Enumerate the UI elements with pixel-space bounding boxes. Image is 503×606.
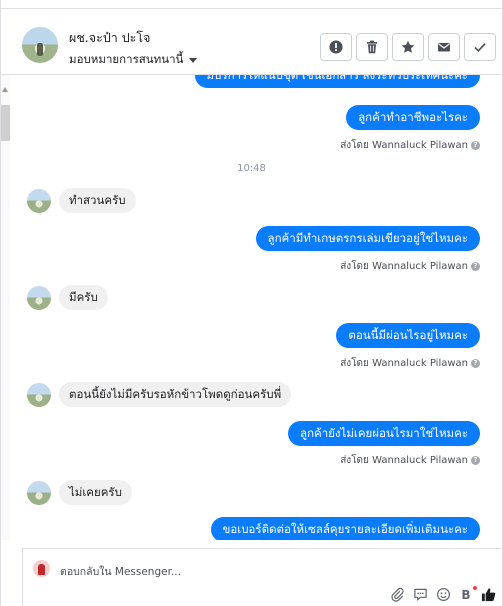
incoming-message: ทำสวนครับ	[59, 188, 136, 213]
star-icon	[401, 40, 415, 53]
star-button[interactable]	[392, 33, 424, 61]
sent-by-label: ส่งโดย Wannaluck Pilawan ?	[340, 259, 480, 274]
outgoing-message: ขอเบอร์ติดต่อให้เซลล์คุยรายละเอียดเพิ่มเ…	[210, 517, 480, 540]
like-icon[interactable]	[481, 587, 496, 602]
scroll-up-arrow-icon[interactable]	[2, 87, 8, 92]
contact-avatar-small	[27, 285, 51, 310]
scrollbar-thumb[interactable]	[1, 105, 10, 141]
sent-by-text: ส่งโดย Wannaluck Pilawan	[340, 261, 468, 272]
contact-avatar-small	[27, 382, 51, 407]
scrollbar-track[interactable]	[1, 75, 10, 540]
help-icon[interactable]: ?	[471, 359, 480, 368]
delete-button[interactable]	[356, 33, 388, 61]
paperclip-icon[interactable]	[390, 587, 405, 602]
emoji-icon[interactable]	[436, 587, 451, 602]
incoming-message: ไม่เคยครับ	[59, 480, 132, 505]
incoming-message-row: ตอนนี้ยังไม่มีครับรอหักข้าวโพดดูก่อนครับ…	[27, 382, 292, 407]
assign-label: มอบหมายการสนทนานี้	[69, 52, 184, 66]
header-actions	[320, 33, 496, 61]
timestamp: 10:48	[237, 163, 266, 174]
mark-spam-button[interactable]	[320, 33, 352, 61]
reply-input[interactable]: ตอบกลับใน Messenger...	[60, 563, 181, 580]
page-avatar	[33, 560, 50, 577]
check-icon	[474, 43, 486, 52]
payments-icon[interactable]: B	[459, 585, 477, 602]
contact-avatar[interactable]	[22, 27, 58, 63]
help-icon[interactable]: ?	[471, 456, 480, 465]
contact-name[interactable]: ผช.จะป๋า ปะโจ	[69, 28, 150, 48]
help-icon[interactable]: ?	[471, 141, 480, 150]
incoming-message: มีครับ	[59, 285, 108, 310]
notification-dot	[473, 585, 477, 590]
trash-icon	[367, 40, 377, 54]
contact-avatar-small	[27, 480, 51, 505]
composer-tools: B	[390, 585, 496, 602]
incoming-message-row: ทำสวนครับ	[27, 188, 136, 213]
mark-done-button[interactable]	[464, 33, 496, 61]
sent-by-text: ส่งโดย Wannaluck Pilawan	[340, 358, 468, 369]
sent-by-text: ส่งโดย Wannaluck Pilawan	[340, 455, 468, 466]
incoming-message-row: ไม่เคยครับ	[27, 480, 132, 505]
saved-replies-icon[interactable]	[413, 587, 428, 602]
help-icon[interactable]: ?	[471, 262, 480, 271]
outgoing-message: ลูกค้ามีทำเกษตรกรเล่มเขียวอยู่ใช่ไหมคะ	[255, 226, 480, 251]
contact-avatar-small	[27, 188, 51, 213]
outgoing-message: ลูกค้ายังไม่เคยผ่อนไรมาใช่ไหมคะ	[288, 421, 480, 446]
alert-icon	[329, 40, 343, 54]
incoming-message: ตอนนี้ยังไม่มีครับรอหักข้าวโพดดูก่อนครับ…	[59, 382, 292, 407]
sent-by-label: ส่งโดย Wannaluck Pilawan ?	[340, 356, 480, 371]
incoming-message-row: มีครับ	[27, 285, 108, 310]
caret-down-icon	[189, 57, 198, 63]
sent-by-label: ส่งโดย Wannaluck Pilawan ?	[340, 453, 480, 468]
mark-unread-button[interactable]	[428, 33, 460, 61]
outgoing-message: มีบริการให้แนบชุด เช่นเอกสาร สิงระทิวประ…	[194, 75, 480, 88]
reply-composer[interactable]: ตอบกลับใน Messenger... B	[22, 548, 502, 606]
sent-by-text: ส่งโดย Wannaluck Pilawan	[340, 140, 468, 151]
assign-conversation-dropdown[interactable]: มอบหมายการสนทนานี้	[69, 51, 198, 69]
conversation-header: ผช.จะป๋า ปะโจ มอบหมายการสนทนานี้	[1, 9, 502, 75]
sent-by-label: ส่งโดย Wannaluck Pilawan ?	[340, 138, 480, 153]
conversation-panel: ผช.จะป๋า ปะโจ มอบหมายการสนทนานี้ มีบริกา…	[0, 0, 503, 606]
message-thread[interactable]: มีบริการให้แนบชุด เช่นเอกสาร สิงระทิวประ…	[1, 75, 502, 540]
outgoing-message: ลูกค้าทำอาชีพอะไรคะ	[346, 105, 480, 130]
outgoing-message: ตอนนี้มีผ่อนไรอยู่ไหมคะ	[336, 323, 480, 348]
envelope-icon	[438, 43, 450, 52]
